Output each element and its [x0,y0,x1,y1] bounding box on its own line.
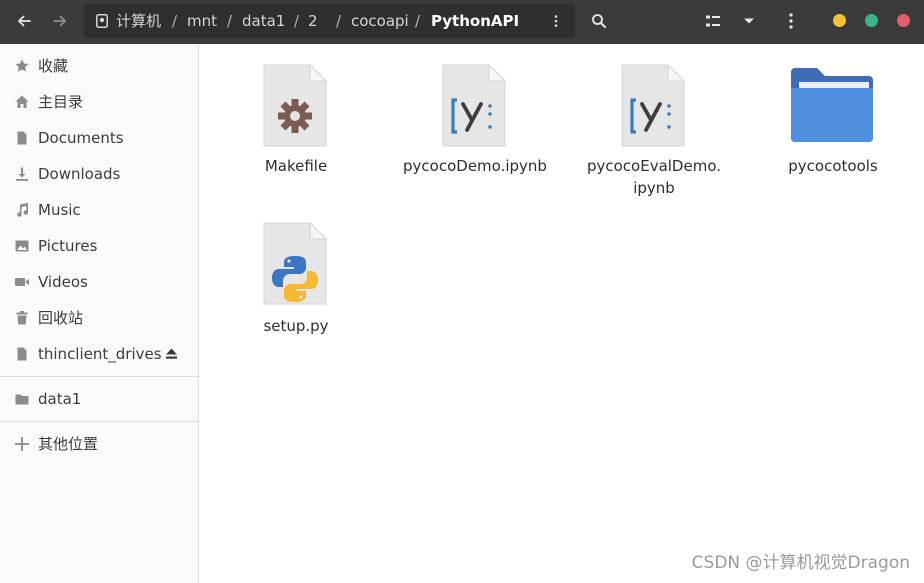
sidebar-item-label: Documents [38,129,124,147]
eject-icon[interactable] [165,348,178,360]
folder-icon [15,394,29,405]
music-icon [17,203,29,217]
sidebar-item-pictures[interactable]: Pictures [0,229,198,263]
file-name: ipynb [633,179,675,197]
sidebar-item-data1[interactable]: data1 [0,382,198,416]
home-icon [15,95,29,108]
minimize-button[interactable] [833,14,846,27]
plus-icon [15,437,29,451]
breadcrumb-separator: / [172,12,178,30]
breadcrumb-mnt[interactable]: mnt [187,4,217,38]
makefile-icon [263,64,328,147]
path-bar: 计算机 / mnt / data1 / 2 / cocoapi / Python… [84,4,575,38]
view-options-button[interactable] [733,6,765,36]
sidebar-divider [0,421,198,422]
sidebar-item-starred[interactable]: 收藏 [0,49,198,83]
path-menu-button[interactable] [542,6,570,36]
sidebar-item-home[interactable]: 主目录 [0,85,198,119]
picture-icon [15,240,29,252]
breadcrumb-cocoapi[interactable]: cocoapi [351,4,409,38]
breadcrumb-data1[interactable]: data1 [242,4,285,38]
download-icon [16,167,28,181]
search-icon [592,14,606,28]
breadcrumb-separator: / [415,12,421,30]
search-button[interactable] [583,6,615,36]
breadcrumb-separator: / [294,12,300,30]
sidebar-item-label: Videos [38,273,88,291]
file-name: pycocoDemo.ipynb [403,157,547,175]
sidebar-item-label: 其他位置 [38,435,99,453]
list-view-icon [706,15,720,27]
kebab-icon [789,13,793,29]
forward-button[interactable] [44,6,76,36]
kebab-icon [554,15,558,27]
sidebar-item-label: 回收站 [38,309,84,327]
breadcrumb-pythonapi[interactable]: PythonAPI [431,4,519,38]
sidebar-item-trash[interactable]: 回收站 [0,301,198,335]
sidebar-item-label: thinclient_drives [38,345,162,363]
breadcrumb-2[interactable]: 2 [308,4,318,38]
file-item-pycocoevaldemo[interactable]: pycocoEvalDemo. ipynb [569,64,739,204]
sidebar-item-downloads[interactable]: Downloads [0,157,198,191]
sidebar-item-other-locations[interactable]: 其他位置 [0,427,198,461]
notebook-icon [442,64,507,147]
breadcrumb-separator: / [336,12,342,30]
document-icon [17,131,27,145]
sidebar-item-music[interactable]: Music [0,193,198,227]
close-button[interactable] [897,14,910,27]
sidebar-item-thinclient-drives[interactable]: thinclient_drives [0,337,198,371]
sidebar-item-documents[interactable]: Documents [0,121,198,155]
file-item-pycocotools[interactable]: pycocotools [748,64,918,204]
chevron-down-icon [744,18,754,24]
sidebar-divider [0,376,198,377]
notebook-icon [621,64,686,147]
file-name: Makefile [264,157,328,175]
file-name: pycocotools [788,157,878,175]
folder-icon [791,68,873,142]
maximize-button[interactable] [865,14,878,27]
video-icon [15,278,29,286]
watermark: CSDN @计算机视觉Dragon [691,553,910,573]
file-name: pycocoEvalDemo. [586,157,722,175]
drive-icon [17,347,27,361]
header-bar: 计算机 / mnt / data1 / 2 / cocoapi / Python… [0,0,924,44]
star-icon [15,59,29,72]
python-icon [263,222,328,305]
breadcrumb-computer[interactable]: 计算机 [116,4,161,38]
main-menu-button[interactable] [775,6,807,36]
trash-icon [16,311,28,325]
sidebar-item-label: Pictures [38,237,98,255]
sidebar-item-label: Music [38,201,81,219]
sidebar-item-label: 主目录 [38,93,84,111]
file-item-makefile[interactable]: Makefile [211,64,381,204]
arrow-left-icon [18,15,31,27]
file-view: Makefile pycocoDemo.ipynb pycocoEvalDemo… [200,44,924,583]
sidebar: 收藏 主目录 Documents Downloads Music Picture… [0,44,199,583]
sidebar-item-videos[interactable]: Videos [0,265,198,299]
computer-icon [96,14,108,28]
sidebar-item-label: Downloads [38,165,121,183]
back-button[interactable] [8,6,40,36]
file-item-setup-py[interactable]: setup.py [211,222,381,342]
sidebar-item-label: 收藏 [38,57,69,75]
file-name: setup.py [263,317,329,335]
sidebar-item-label: data1 [38,390,82,408]
breadcrumb-separator: / [227,12,233,30]
view-toggle-button[interactable] [697,6,729,36]
arrow-right-icon [53,15,66,27]
file-item-pycocodemo[interactable]: pycocoDemo.ipynb [390,64,560,204]
